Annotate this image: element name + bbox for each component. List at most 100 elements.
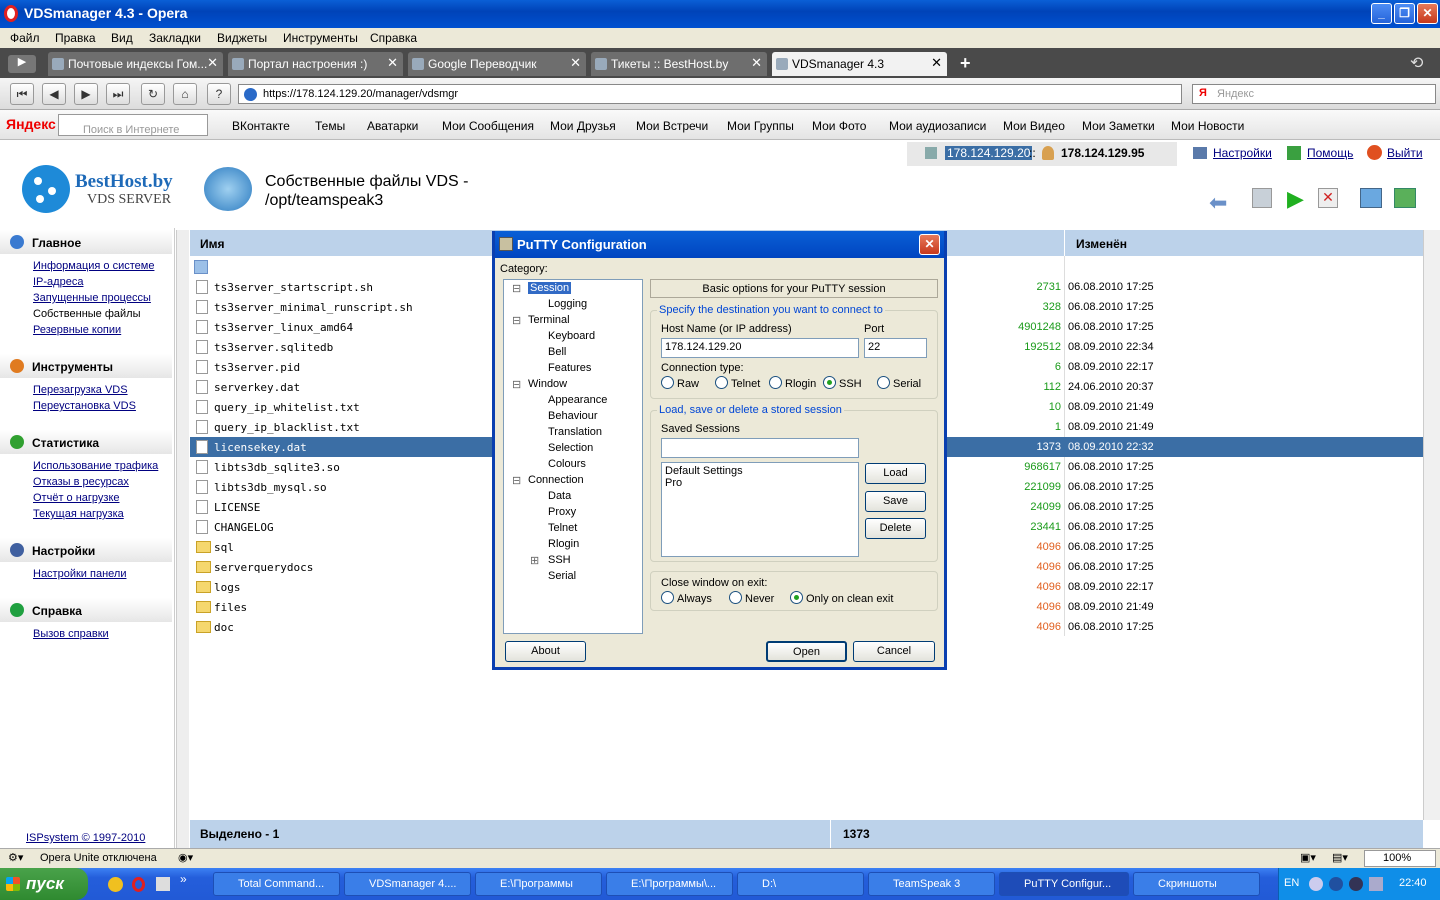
sidebar-section-stats[interactable]: Статистика — [0, 430, 172, 454]
language-indicator[interactable]: EN — [1284, 877, 1299, 889]
unite-icon[interactable]: ⚙▾ — [8, 851, 23, 864]
taskbar-item[interactable]: E:\Программы\... — [606, 872, 733, 896]
sidebar-section-settings[interactable]: Настройки — [0, 538, 172, 562]
tree-item-session[interactable]: Session — [528, 282, 572, 294]
session-item[interactable]: Default Settings — [665, 465, 855, 477]
tree-item-telnet[interactable]: Telnet — [548, 522, 577, 534]
sidebar-section-tools[interactable]: Инструменты — [0, 354, 172, 378]
edit-file-icon[interactable] — [1252, 188, 1272, 208]
tree-item-window[interactable]: Window — [528, 378, 567, 390]
parent-dir-icon[interactable] — [194, 260, 208, 274]
sidebar-item-processes[interactable]: Запущенные процессы — [33, 292, 151, 304]
sidebar-item-ip[interactable]: IP-адреса — [33, 276, 83, 288]
radio-clean-exit[interactable]: Only on clean exit — [790, 591, 893, 605]
sidebar-item-files[interactable]: Собственные файлы — [33, 308, 140, 320]
sessions-list[interactable]: Default Settings Pro — [661, 462, 859, 557]
tree-item-appearance[interactable]: Appearance — [548, 394, 607, 406]
save-button[interactable]: Save — [865, 491, 926, 512]
page-icon[interactable]: ▤▾ — [1332, 851, 1348, 864]
ya-item-audio[interactable]: Мои аудиозаписи — [889, 119, 986, 133]
sidebar-item-backups[interactable]: Резервные копии — [33, 324, 121, 336]
tab-translate[interactable]: Google Переводчик ✕ — [408, 52, 586, 76]
putty-close-button[interactable]: ✕ — [919, 234, 940, 255]
start-button[interactable]: пуск — [0, 868, 88, 900]
logout-link[interactable]: Выйти — [1387, 146, 1423, 160]
ya-item-notes[interactable]: Мои Заметки — [1082, 119, 1155, 133]
run-icon[interactable]: ▶ — [1287, 186, 1304, 212]
tray-icon[interactable] — [1349, 877, 1363, 891]
sidebar-item-reboot[interactable]: Перезагрузка VDS — [33, 384, 128, 396]
tray-icon[interactable] — [1329, 877, 1343, 891]
tab-vdsmanager[interactable]: VDSmanager 4.3 ✕ — [772, 52, 947, 76]
radio-telnet[interactable]: Telnet — [715, 376, 760, 390]
view-icon[interactable]: ▣▾ — [1300, 851, 1316, 864]
new-tab-icon[interactable]: + — [960, 53, 971, 74]
table-scrollbar[interactable] — [1423, 230, 1440, 820]
collapse-icon[interactable]: ⊟ — [512, 314, 521, 327]
sidebar-item-panel-settings[interactable]: Настройки панели — [33, 568, 126, 580]
ya-item-vk[interactable]: ВКонтакте — [232, 119, 290, 133]
ya-item-messages[interactable]: Мои Сообщения — [442, 119, 534, 133]
sidebar-item-current-load[interactable]: Текущая нагрузка — [33, 508, 124, 520]
radio-rlogin[interactable]: Rlogin — [769, 376, 816, 390]
ya-item-avatars[interactable]: Аватарки — [367, 119, 418, 133]
about-button[interactable]: About — [505, 641, 586, 662]
tree-item-behaviour[interactable]: Behaviour — [548, 410, 598, 422]
menu-widgets[interactable]: Виджеты — [217, 31, 267, 45]
home-icon[interactable]: ⌂ — [173, 83, 197, 105]
upload-icon[interactable] — [1360, 188, 1382, 208]
collapse-icon[interactable]: ⊟ — [512, 474, 521, 487]
sidebar-item-failures[interactable]: Отказы в ресурсах — [33, 476, 129, 488]
session-item[interactable]: Pro — [665, 477, 855, 489]
port-input[interactable]: 22 — [864, 338, 927, 358]
menu-edit[interactable]: Правка — [55, 31, 96, 45]
tree-item-keyboard[interactable]: Keyboard — [548, 330, 595, 342]
delete-button[interactable]: Delete — [865, 518, 926, 539]
radio-serial[interactable]: Serial — [877, 376, 921, 390]
ya-item-themes[interactable]: Темы — [315, 119, 345, 133]
sidebar-item-load-report[interactable]: Отчёт о нагрузке — [33, 492, 120, 504]
expand-icon[interactable]: ⊞ — [530, 554, 539, 567]
menu-view[interactable]: Вид — [111, 31, 133, 45]
menu-bookmarks[interactable]: Закладки — [149, 31, 201, 45]
back-icon[interactable]: ◀ — [42, 83, 66, 105]
sidebar-item-system-info[interactable]: Информация о системе — [33, 260, 154, 272]
copyright-link[interactable]: ISPsystem © 1997-2010 — [26, 832, 145, 844]
tree-item-rlogin[interactable]: Rlogin — [548, 538, 579, 550]
settings-link[interactable]: Настройки — [1213, 146, 1272, 160]
help-link[interactable]: Помощь — [1307, 146, 1353, 160]
col-changed-header[interactable]: Изменён — [1076, 237, 1127, 251]
ya-item-friends[interactable]: Мои Друзья — [550, 119, 616, 133]
address-input[interactable]: https://178.124.129.20/manager/vdsmgr — [238, 84, 1182, 104]
ya-item-groups[interactable]: Мои Группы — [727, 119, 794, 133]
tree-item-bell[interactable]: Bell — [548, 346, 566, 358]
tree-item-translation[interactable]: Translation — [548, 426, 602, 438]
quicklaunch-more-icon[interactable]: » — [180, 872, 187, 886]
taskbar-item[interactable]: Total Command... — [213, 872, 340, 896]
rewind-icon[interactable]: ⏮ — [10, 83, 34, 105]
taskbar-item[interactable]: E:\Программы — [475, 872, 602, 896]
reload-icon[interactable]: ↻ — [141, 83, 165, 105]
minimize-button[interactable]: _ — [1371, 3, 1392, 24]
col-name-header[interactable]: Имя — [200, 237, 225, 251]
ya-item-photos[interactable]: Мои Фото — [812, 119, 866, 133]
taskbar-item[interactable]: D:\ — [737, 872, 864, 896]
saved-session-input[interactable] — [661, 438, 859, 458]
host-input[interactable]: 178.124.129.20 — [661, 338, 859, 358]
quicklaunch-icon[interactable] — [108, 877, 123, 892]
tree-item-serial[interactable]: Serial — [548, 570, 576, 582]
radio-never[interactable]: Never — [729, 591, 774, 605]
sidebar-item-reinstall[interactable]: Переустановка VDS — [33, 400, 136, 412]
tree-item-ssh[interactable]: SSH — [548, 554, 571, 566]
unite-status[interactable]: Opera Unite отключена — [40, 852, 157, 864]
tab-close-icon[interactable]: ✕ — [570, 55, 581, 71]
tree-item-logging[interactable]: Logging — [548, 298, 587, 310]
sidebar-section-main[interactable]: Главное — [0, 230, 172, 254]
delete-file-icon[interactable]: ✕ — [1318, 188, 1338, 208]
sidebar-scrollbar[interactable] — [176, 230, 189, 848]
sidebar-item-call-help[interactable]: Вызов справки — [33, 628, 109, 640]
ip-selected[interactable]: 178.124.129.20 — [945, 146, 1033, 160]
tab-postal[interactable]: Почтовые индексы Гом... ✕ — [48, 52, 223, 76]
menu-file[interactable]: Файл — [10, 31, 40, 45]
zoom-select[interactable]: 100% — [1364, 850, 1436, 867]
